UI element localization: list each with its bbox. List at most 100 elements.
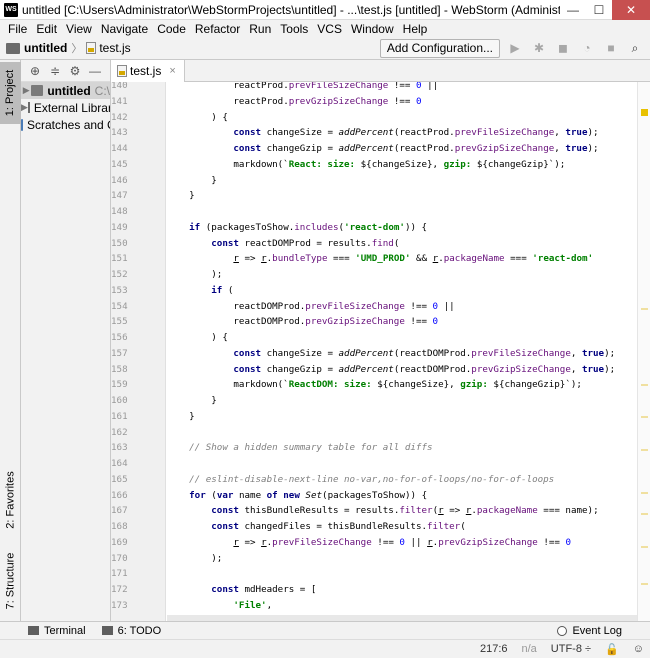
add-configuration-button[interactable]: Add Configuration...	[379, 38, 500, 58]
line-number: 170	[111, 552, 128, 564]
tab-structure[interactable]: 7: Structure	[0, 542, 21, 620]
minimize-button[interactable]: —	[560, 0, 586, 20]
tab-project[interactable]: 1: Project	[0, 62, 21, 124]
menu-edit[interactable]: Edit	[32, 22, 62, 36]
maximize-button[interactable]: ☐	[586, 0, 612, 20]
code-line: }	[167, 393, 615, 409]
stop-icon[interactable]: ■	[602, 39, 620, 57]
project-panel: ⊕ ≑ ⚙ — ▶ untitled C:\ ▶ External Librar…	[21, 60, 111, 621]
coverage-icon[interactable]: ◼	[554, 39, 572, 57]
line-number: 158	[111, 363, 128, 375]
tree-item-external-libraries[interactable]: ▶ External Libraries	[21, 99, 110, 116]
code-area[interactable]: reactProd.prevFileSizeChange !== 0 || re…	[167, 82, 637, 621]
breadcrumb-project[interactable]: untitled	[6, 41, 67, 55]
code-token: const	[211, 237, 239, 249]
menu-file[interactable]: File	[4, 22, 32, 36]
debug-icon[interactable]: ✱	[530, 39, 548, 57]
line-number: 151	[111, 253, 128, 265]
navigation-bar: untitled 〉 test.js Add Configuration... …	[0, 37, 650, 60]
event-log-tab[interactable]: Event Log	[549, 625, 630, 637]
scrollbar-marker[interactable]	[641, 513, 648, 515]
code-token: =>	[238, 536, 262, 548]
run-icon[interactable]: ▶	[506, 39, 524, 57]
todo-tab[interactable]: 6: TODO	[94, 625, 170, 637]
code-token: ) {	[167, 111, 228, 123]
tab-test-js[interactable]: test.js ×	[111, 60, 185, 82]
code-token: markdown(`	[167, 379, 289, 391]
code-token: true	[565, 143, 588, 154]
scrollbar-marker[interactable]	[641, 583, 648, 585]
code-line: // Show a hidden summary table for all d…	[167, 440, 615, 456]
expand-arrow-icon[interactable]: ▶	[21, 102, 28, 113]
caret-position[interactable]: 217:6	[480, 643, 508, 655]
code-token: (reactProd.	[393, 143, 455, 154]
code-token: changeSize =	[261, 127, 339, 139]
menu-code[interactable]: Code	[153, 22, 191, 36]
scrollbar-marker[interactable]	[641, 449, 648, 451]
code-token: includes	[294, 221, 339, 233]
line-number: 171	[111, 568, 128, 580]
menu-vcs[interactable]: VCS	[313, 22, 347, 36]
menu-navigate[interactable]: Navigate	[97, 22, 153, 36]
scrollbar-marker[interactable]	[641, 384, 648, 386]
lock-icon[interactable]: 🔓	[605, 643, 619, 656]
line-number: 162	[111, 426, 128, 438]
code-line: const thisBundleResults = results.filter…	[167, 503, 615, 519]
gear-icon[interactable]: ⚙	[65, 64, 85, 78]
menu-view[interactable]: View	[62, 22, 97, 36]
menu-tools[interactable]: Tools	[276, 22, 313, 36]
close-tab-icon[interactable]: ×	[169, 65, 175, 77]
tree-item-scratches[interactable]: Scratches and Consoles	[21, 116, 110, 133]
tree-item-untitled[interactable]: ▶ untitled C:\	[21, 82, 110, 99]
scrollbar-marker[interactable]	[641, 308, 648, 310]
code-token: !==	[537, 536, 566, 548]
encoding-status[interactable]: UTF-8 ÷	[551, 643, 591, 655]
scrollbar-marker[interactable]	[641, 416, 648, 418]
code-token: bundleType	[272, 253, 328, 265]
close-button[interactable]: ✕	[612, 0, 650, 20]
profile-icon[interactable]: ◔	[578, 39, 596, 57]
line-number: 165	[111, 473, 128, 485]
code-line: }	[167, 173, 615, 189]
code-token: (packagesToShow.	[200, 221, 295, 233]
menu-run[interactable]: Run	[245, 22, 276, 36]
project-toolbar: ⊕ ≑ ⚙ —	[21, 60, 110, 82]
code-line: const changeSize = addPercent(reactProd.…	[167, 125, 615, 141]
webstorm-logo-icon: WS	[4, 2, 18, 17]
code-token: const	[211, 521, 239, 532]
menu-refactor[interactable]: Refactor	[191, 22, 245, 36]
hector-icon[interactable]: ☺	[633, 643, 644, 655]
search-icon[interactable]: ⌕	[626, 39, 644, 57]
scrollbar-marker[interactable]	[641, 546, 648, 548]
tab-favorites[interactable]: 2: Favorites	[0, 460, 21, 540]
expand-arrow-icon[interactable]: ▶	[21, 85, 31, 96]
line-number: 161	[111, 410, 128, 422]
line-number: 148	[111, 206, 128, 217]
code-token: gzip:	[443, 158, 472, 170]
scrollbar-marker[interactable]	[641, 109, 648, 116]
line-number: 154	[111, 300, 128, 312]
code-token: 'File'	[233, 599, 267, 611]
scrollbar-marker[interactable]	[641, 492, 648, 494]
code-token: 0	[432, 316, 439, 328]
terminal-tab[interactable]: Terminal	[20, 625, 94, 637]
collapse-all-icon[interactable]: ≑	[45, 64, 65, 78]
hide-icon[interactable]: —	[85, 64, 105, 78]
code-token: ) {	[167, 332, 228, 343]
code-token: (	[205, 489, 217, 501]
breadcrumb-file[interactable]: test.js	[86, 41, 131, 55]
menu-help[interactable]: Help	[399, 22, 433, 36]
code-token: reactDOMProd = results.	[238, 237, 372, 249]
locate-icon[interactable]: ⊕	[25, 64, 45, 78]
menu-window[interactable]: Window	[347, 22, 399, 36]
line-number: 156	[111, 332, 128, 343]
line-number: 146	[111, 174, 128, 186]
vertical-scrollbar[interactable]	[637, 82, 650, 621]
code-token: !==	[388, 82, 416, 91]
line-number: 149	[111, 221, 128, 233]
line-number: 147	[111, 190, 128, 202]
